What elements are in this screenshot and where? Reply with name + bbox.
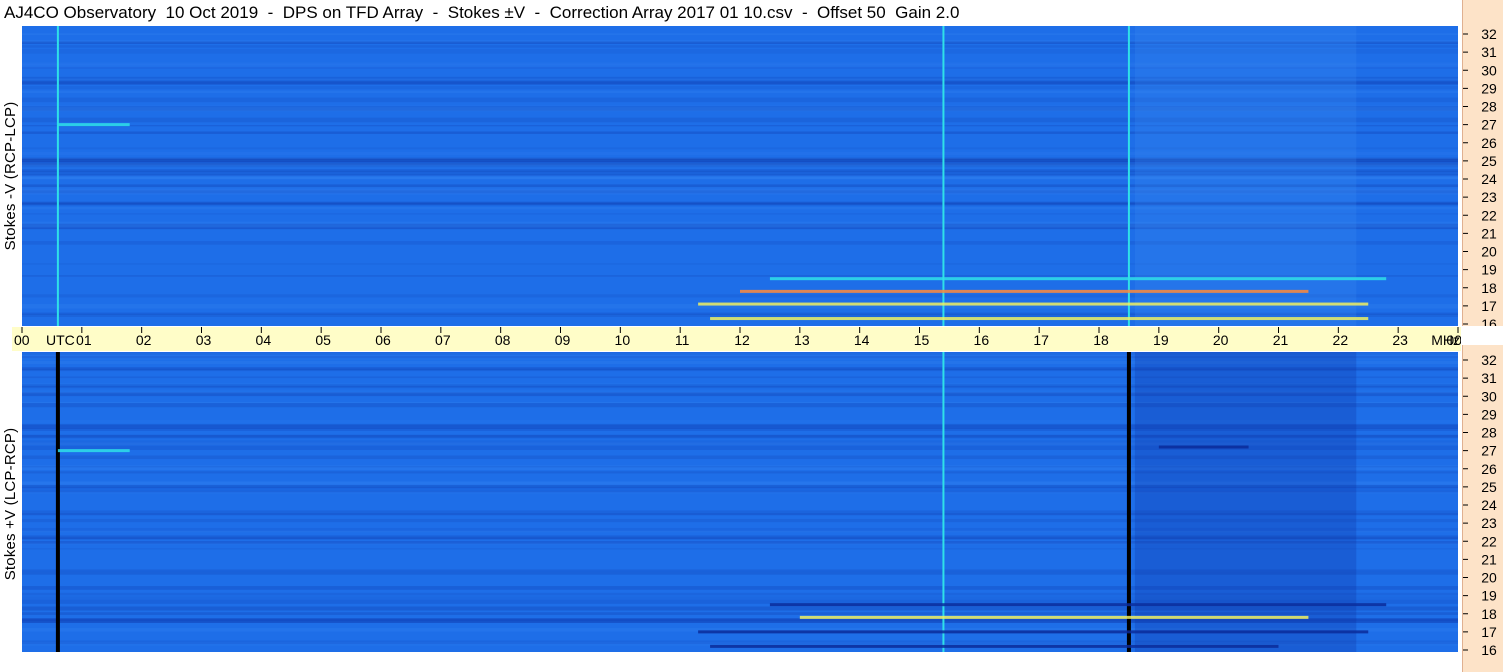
utc-tick-label: 23 [1392,332,1408,348]
heatmap-vertical-line [942,26,945,326]
utc-tick-label: 01 [76,332,92,348]
freq-tick-label: 20 [1481,244,1497,260]
freq-tick-label: 21 [1481,225,1497,241]
freq-tick-label: 27 [1481,117,1497,133]
freq-tick-label: 24 [1481,171,1497,187]
freq-tick-label: 32 [1481,26,1497,42]
freq-tick-label: 23 [1481,189,1497,205]
heatmap-band [57,449,130,453]
heatmap-band [698,302,1369,306]
utc-tick-label: 05 [315,332,331,348]
heatmap-region [1134,26,1357,326]
utc-tick-label: 15 [914,332,930,348]
top-frequency-axis-canvas: 16 17 18 19 20 21 22 23 24 25 26 27 28 29 30 31 32 [1463,26,1497,326]
utc-tick-label: 21 [1273,332,1289,348]
heatmap-region [1134,352,1357,652]
bottom-spectrogram-canvas [22,352,1458,652]
heatmap-band [710,317,1369,321]
heatmap-vertical-line [1127,26,1130,326]
utc-tick-label: 13 [794,332,810,348]
freq-tick-label: 25 [1481,479,1497,495]
freq-tick-label: 29 [1481,406,1497,422]
chart-title: AJ4CO Observatory 10 Oct 2019 - DPS on T… [4,3,960,22]
freq-tick-label: 29 [1481,80,1497,96]
heatmap-band [57,123,130,127]
top-frequency-axis: 16 17 18 19 20 21 22 23 24 25 26 27 28 29 30 31 32 [1462,0,1503,326]
freq-tick-label: 24 [1481,497,1497,513]
freq-tick-label: 20 [1481,570,1497,586]
heatmap-vertical-line [1126,352,1131,652]
utc-tick-label: 04 [256,332,272,348]
utc-tick-label: 10 [615,332,631,348]
freq-tick-label: 16 [1481,316,1497,326]
freq-tick-label: 21 [1481,551,1497,567]
freq-tick-label: 23 [1481,515,1497,531]
utc-tick-label: 19 [1153,332,1169,348]
top-panel-label: Stokes -V (RCP-LCP) [2,101,19,251]
freq-tick-label: 31 [1481,44,1497,60]
heatmap-band [698,630,1369,634]
freq-tick-label: 22 [1481,207,1497,223]
freq-tick-label: 30 [1481,62,1497,78]
top-spectrogram [22,26,1458,326]
bottom-frequency-axis-canvas: 16 17 18 19 20 21 22 23 24 25 26 27 28 29 30 31 32 [1463,352,1497,658]
utc-tick-label: 00 [14,332,30,348]
heatmap-band [740,289,1309,293]
utc-tick-label: 11 [675,332,690,348]
utc-tick-label: 07 [435,332,451,348]
utc-tick-label: 20 [1213,332,1229,348]
freq-tick-label: 16 [1481,642,1497,658]
top-spectrogram-canvas [22,26,1458,326]
freq-tick-label: 19 [1481,588,1497,604]
utc-tick-label: 18 [1093,332,1109,348]
utc-axis: 00 01 02 03 04 05 06 07 08 09 10 11 12 13 14 15 16 17 18 19… [12,327,1461,351]
heatmap-band [1158,445,1249,449]
freq-tick-label: 31 [1481,370,1497,386]
freq-tick-label: 18 [1481,280,1497,296]
freq-tick-label: 19 [1481,262,1497,278]
freq-tick-label: 17 [1481,298,1497,314]
utc-tick-label: 14 [854,332,870,348]
freq-tick-label: 26 [1481,135,1497,151]
utc-tick-label: 03 [196,332,212,348]
freq-tick-label: 26 [1481,461,1497,477]
freq-tick-label: 17 [1481,624,1497,640]
heatmap-vertical-line [55,352,60,652]
utc-tick-label: 17 [1033,332,1049,348]
heatmap-band [769,603,1387,607]
freq-tick-label: 18 [1481,606,1497,622]
freq-tick-label: 25 [1481,153,1497,169]
heatmap-vertical-line [56,26,59,326]
utc-tick-label: 22 [1333,332,1349,348]
utc-tick-label: 16 [974,332,990,348]
bottom-spectrogram [22,352,1458,652]
heatmap-band [769,277,1387,281]
heatmap-vertical-line [942,352,945,652]
bottom-panel-label: Stokes +V (LCP-RCP) [2,427,19,581]
utc-tick-label: 06 [375,332,391,348]
heatmap-band [799,615,1309,619]
freq-tick-label: 28 [1481,425,1497,441]
bottom-frequency-axis: 16 17 18 19 20 21 22 23 24 25 26 27 28 29 30 31 32 [1462,345,1503,672]
freq-tick-label: 27 [1481,443,1497,459]
utc-unit-label: UTC [46,332,75,348]
heatmap-band [710,644,1279,648]
utc-tick-label: 02 [136,332,152,348]
utc-tick-label: 08 [495,332,511,348]
utc-axis-canvas: 00 01 02 03 04 05 06 07 08 09 10 11 12 13 14 15 16 17 18 19… [14,327,1461,348]
freq-unit-label: MHz [1431,332,1460,348]
freq-tick-label: 30 [1481,388,1497,404]
freq-tick-label: 32 [1481,352,1497,368]
freq-tick-label: 22 [1481,533,1497,549]
freq-tick-label: 28 [1481,99,1497,115]
utc-tick-label: 12 [734,332,750,348]
utc-tick-label: 09 [555,332,571,348]
